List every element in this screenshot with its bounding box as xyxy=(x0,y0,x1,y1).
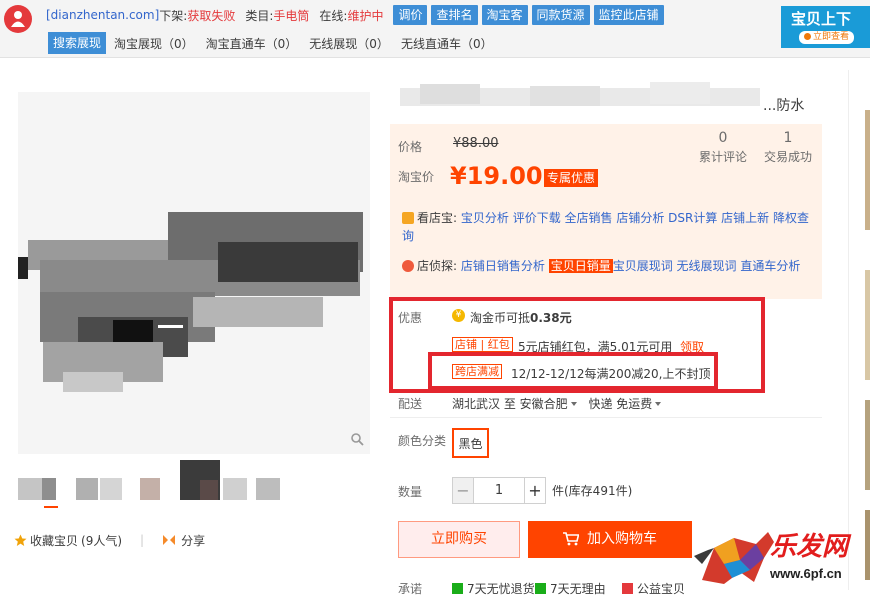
cart-icon xyxy=(563,532,580,546)
price-label: 价格 xyxy=(398,140,423,154)
dianzhen-more-links[interactable]: 宝贝展现词 无线展现词 直通车分析 xyxy=(613,259,801,273)
add-to-cart-label: 加入购物车 xyxy=(587,531,657,547)
delivery-route[interactable]: 湖北武汉 至 安徽合肥 xyxy=(452,397,568,411)
color-option-black[interactable]: 黑色 xyxy=(452,428,489,458)
kanbao-links[interactable]: 宝贝分析 评价下载 全店销售 店铺分析 DSR计算 店铺上新 降权查询 xyxy=(402,211,809,243)
dianzhen-icon xyxy=(402,260,414,272)
check-icon xyxy=(535,583,546,594)
thumbnail-selected-marker xyxy=(44,506,58,508)
thumbnail[interactable] xyxy=(76,478,98,500)
tab-wireless-ztc[interactable]: 无线直通车（0） xyxy=(401,35,493,52)
tab-wireless-display[interactable]: 无线展现（0） xyxy=(309,35,389,52)
adjust-price-button[interactable]: 调价 xyxy=(393,5,428,25)
shop-daily-sales-link[interactable]: 店铺日销售分析 xyxy=(461,259,545,273)
fee-dropdown-icon[interactable] xyxy=(655,402,662,406)
price-panel: 价格 ¥88.00 淘宝价 ¥19.00 专属优惠 0 累计评论 1 交易成功 … xyxy=(390,124,822,299)
thumbnail[interactable] xyxy=(140,478,160,500)
tab-taobao-ztc[interactable]: 淘宝直通车（0） xyxy=(206,35,298,52)
commitment-item[interactable]: 7天无理由 xyxy=(535,580,606,597)
category-value: 手电筒 xyxy=(273,8,310,23)
thumbnail[interactable] xyxy=(18,478,42,500)
dianzhen-tools: 店侦探: 店铺日销售分析 宝贝日销量 宝贝展现词 无线展现词 直通车分析 xyxy=(402,257,812,275)
ad-banner[interactable]: 宝贝上下 立即查看 xyxy=(781,6,870,48)
cross-store-highlight-box xyxy=(428,352,718,390)
ad-view-now-button[interactable]: 立即查看 xyxy=(799,31,855,44)
kanbao-icon xyxy=(402,212,414,224)
exclusive-discount-badge: 专属优惠 xyxy=(544,169,599,187)
thumbnail[interactable] xyxy=(42,478,56,500)
kanbao-tools: 看店宝: 宝贝分析 评价下载 全店销售 店铺分析 DSR计算 店铺上新 降权查询 xyxy=(402,209,812,245)
item-daily-sales-link[interactable]: 宝贝日销量 xyxy=(548,259,613,273)
reviews-stat[interactable]: 0 累计评论 xyxy=(696,130,750,165)
thumbnail-strip xyxy=(18,460,284,505)
charity-icon xyxy=(622,583,633,594)
add-to-cart-button[interactable]: 加入购物车 xyxy=(528,521,692,558)
delivery-label: 配送 xyxy=(398,397,423,411)
zoom-icon[interactable] xyxy=(350,432,364,446)
right-side-column xyxy=(848,70,870,590)
share-icon xyxy=(163,535,176,545)
reviews-count: 0 xyxy=(718,130,728,146)
product-title-tail: ...防水 xyxy=(763,98,805,114)
color-label: 颜色分类 xyxy=(398,434,447,448)
plugin-domain-link[interactable]: [dianzhentan.com] xyxy=(46,8,159,22)
deals-stat: 1 交易成功 xyxy=(760,130,816,165)
commitment-item[interactable]: 公益宝贝 xyxy=(622,580,685,597)
favorite-count: (9人气) xyxy=(81,533,123,548)
person-icon xyxy=(11,11,25,27)
buy-now-button[interactable]: 立即购买 xyxy=(398,521,520,558)
original-price: ¥88.00 xyxy=(453,136,499,151)
ad-title: 宝贝上下 xyxy=(791,10,852,28)
quantity-decrease-button[interactable]: − xyxy=(452,477,474,504)
plugin-logo xyxy=(4,5,32,33)
dianzhen-head: 店侦探: xyxy=(417,259,458,273)
online-label: 在线: xyxy=(319,8,348,23)
watermark-cn: 乐发网 xyxy=(770,532,849,562)
quantity-increase-button[interactable]: + xyxy=(524,477,546,504)
toolbar-info-row: [dianzhentan.com] 下架: 获取失败 类目: 手电筒 在线: 维… xyxy=(46,5,668,25)
gallery-actions: 收藏宝贝 (9人气) | 分享 xyxy=(14,532,205,548)
tab-taobao-display[interactable]: 淘宝展现（0） xyxy=(114,35,194,52)
commitment-item[interactable]: 7天无忧退货 xyxy=(452,580,535,597)
watermark-url: www.6pf.cn xyxy=(770,566,842,581)
quantity-label: 数量 xyxy=(398,485,423,499)
taobao-price-label: 淘宝价 xyxy=(398,170,435,184)
category-label: 类目: xyxy=(245,8,274,23)
product-title-blurred xyxy=(400,82,760,106)
commitments-label: 承诺 xyxy=(398,582,423,596)
delivery-info: 湖北武汉 至 安徽合肥 快递 免运费 xyxy=(452,395,662,412)
kanbao-head: 看店宝: xyxy=(417,211,458,225)
deals-count: 1 xyxy=(783,130,793,146)
plugin-toolbar: [dianzhentan.com] 下架: 获取失败 类目: 手电筒 在线: 维… xyxy=(0,0,870,58)
taobao-price: ¥19.00 xyxy=(450,162,543,190)
check-rank-button[interactable]: 查排名 xyxy=(431,5,478,25)
reviews-label: 累计评论 xyxy=(698,150,747,164)
favorite-link[interactable]: 收藏宝贝 xyxy=(30,532,78,549)
offshelf-value: 获取失败 xyxy=(187,8,236,23)
stock-info: 件(库存491件) xyxy=(552,484,633,498)
divider xyxy=(390,417,822,418)
check-icon xyxy=(452,583,463,594)
thumbnail[interactable] xyxy=(223,478,247,500)
share-link[interactable]: 分享 xyxy=(181,532,205,549)
quantity-input[interactable]: 1 xyxy=(474,477,524,504)
delivery-fee[interactable]: 快递 免运费 xyxy=(588,397,652,411)
monitor-shop-button[interactable]: 监控此店铺 xyxy=(593,5,664,25)
online-value: 维护中 xyxy=(347,8,384,23)
tab-search-display[interactable]: 搜索展现 xyxy=(48,32,107,54)
offshelf-label: 下架: xyxy=(159,8,188,23)
thumbnail[interactable] xyxy=(256,478,280,500)
taobaoke-button[interactable]: 淘宝客 xyxy=(481,5,528,25)
thumbnail[interactable] xyxy=(200,480,218,500)
deals-label: 交易成功 xyxy=(763,150,812,164)
product-main-image[interactable] xyxy=(18,92,370,454)
quantity-stepper: − 1 + xyxy=(452,477,546,504)
same-source-button[interactable]: 同款货源 xyxy=(531,5,590,25)
toolbar-tab-row: 搜索展现 淘宝展现（0） 淘宝直通车（0） 无线展现（0） 无线直通车（0） xyxy=(48,32,505,54)
thumbnail[interactable] xyxy=(100,478,122,500)
star-icon xyxy=(14,534,27,546)
route-dropdown-icon[interactable] xyxy=(570,402,577,406)
